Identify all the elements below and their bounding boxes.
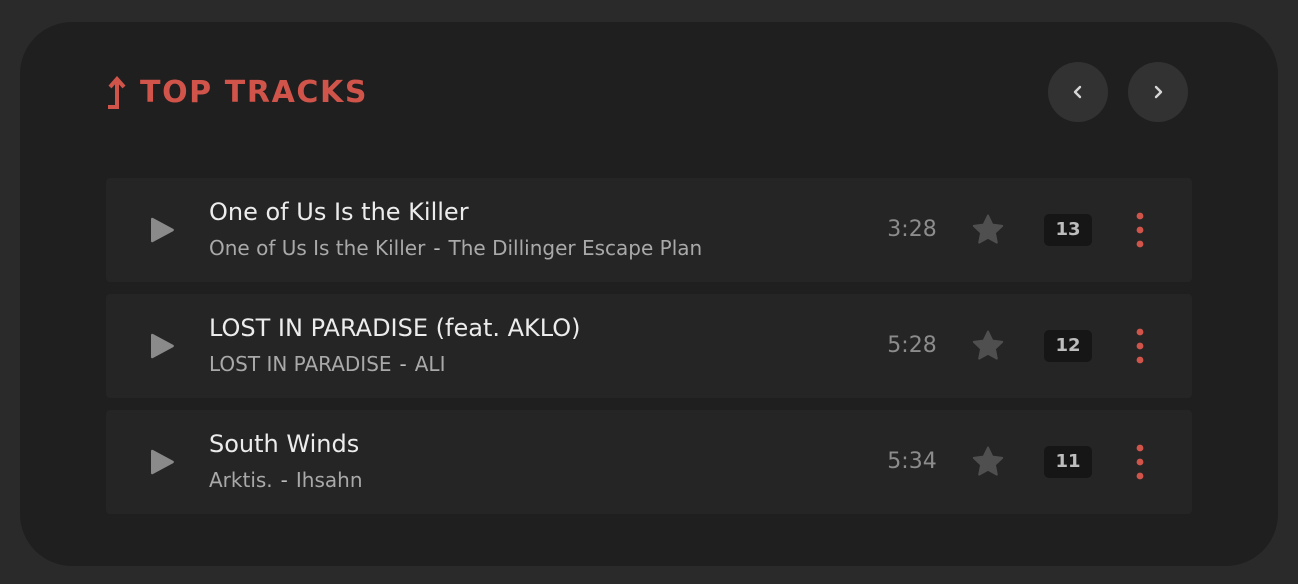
more-vertical-icon [1126, 324, 1154, 368]
chevron-right-icon [1150, 84, 1166, 100]
play-icon [146, 330, 178, 362]
play-count-badge: 12 [1044, 330, 1092, 362]
section-header: TOP TRACKS [104, 62, 1190, 122]
separator: - [433, 236, 441, 260]
section-title: TOP TRACKS [140, 75, 369, 110]
track-row[interactable]: LOST IN PARADISE (feat. AKLO) LOST IN PA… [106, 294, 1192, 398]
play-icon [146, 214, 178, 246]
track-row[interactable]: South Winds Arktis. - Ihsahn 5:34 11 [106, 410, 1192, 514]
track-info: One of Us Is the Killer One of Us Is the… [209, 196, 702, 262]
track-duration: 5:34 [887, 449, 937, 474]
star-icon [970, 212, 1006, 248]
track-duration: 3:28 [887, 217, 937, 242]
separator: - [399, 352, 407, 376]
play-button[interactable] [146, 330, 178, 362]
more-options-button[interactable] [1126, 324, 1154, 368]
track-subtitle: Arktis. - Ihsahn [209, 466, 363, 494]
track-info: South Winds Arktis. - Ihsahn [209, 428, 363, 494]
more-vertical-icon [1126, 440, 1154, 484]
track-info: LOST IN PARADISE (feat. AKLO) LOST IN PA… [209, 312, 581, 378]
track-list: One of Us Is the Killer One of Us Is the… [106, 178, 1192, 526]
top-tracks-card: TOP TRACKS One of Us Is the Killer One o… [20, 22, 1278, 566]
carousel-nav [1048, 62, 1188, 122]
separator: - [280, 468, 288, 492]
artist-link[interactable]: Ihsahn [296, 468, 363, 492]
play-count-badge: 11 [1044, 446, 1092, 478]
album-link[interactable]: LOST IN PARADISE [209, 352, 392, 376]
more-options-button[interactable] [1126, 208, 1154, 252]
track-row[interactable]: One of Us Is the Killer One of Us Is the… [106, 178, 1192, 282]
play-count-badge: 13 [1044, 214, 1092, 246]
track-title[interactable]: South Winds [209, 428, 363, 460]
star-icon [970, 444, 1006, 480]
track-subtitle: LOST IN PARADISE - ALI [209, 350, 581, 378]
track-subtitle: One of Us Is the Killer - The Dillinger Es… [209, 234, 702, 262]
album-link[interactable]: Arktis. [209, 468, 273, 492]
section-title-wrap: TOP TRACKS [104, 76, 368, 110]
track-title[interactable]: One of Us Is the Killer [209, 196, 702, 228]
more-vertical-icon [1126, 208, 1154, 252]
play-button[interactable] [146, 214, 178, 246]
track-duration: 5:28 [887, 333, 937, 358]
track-title[interactable]: LOST IN PARADISE (feat. AKLO) [209, 312, 581, 344]
chevron-left-icon [1070, 84, 1086, 100]
star-icon [970, 328, 1006, 364]
artist-link[interactable]: The Dillinger Escape Plan [449, 236, 703, 260]
favorite-button[interactable] [970, 212, 1006, 248]
favorite-button[interactable] [970, 444, 1006, 480]
more-options-button[interactable] [1126, 440, 1154, 484]
previous-button[interactable] [1048, 62, 1108, 122]
play-button[interactable] [146, 446, 178, 478]
artist-link[interactable]: ALI [415, 352, 446, 376]
play-icon [146, 446, 178, 478]
favorite-button[interactable] [970, 328, 1006, 364]
album-link[interactable]: One of Us Is the Killer [209, 236, 425, 260]
trending-up-arrow-icon [104, 76, 128, 110]
next-button[interactable] [1128, 62, 1188, 122]
